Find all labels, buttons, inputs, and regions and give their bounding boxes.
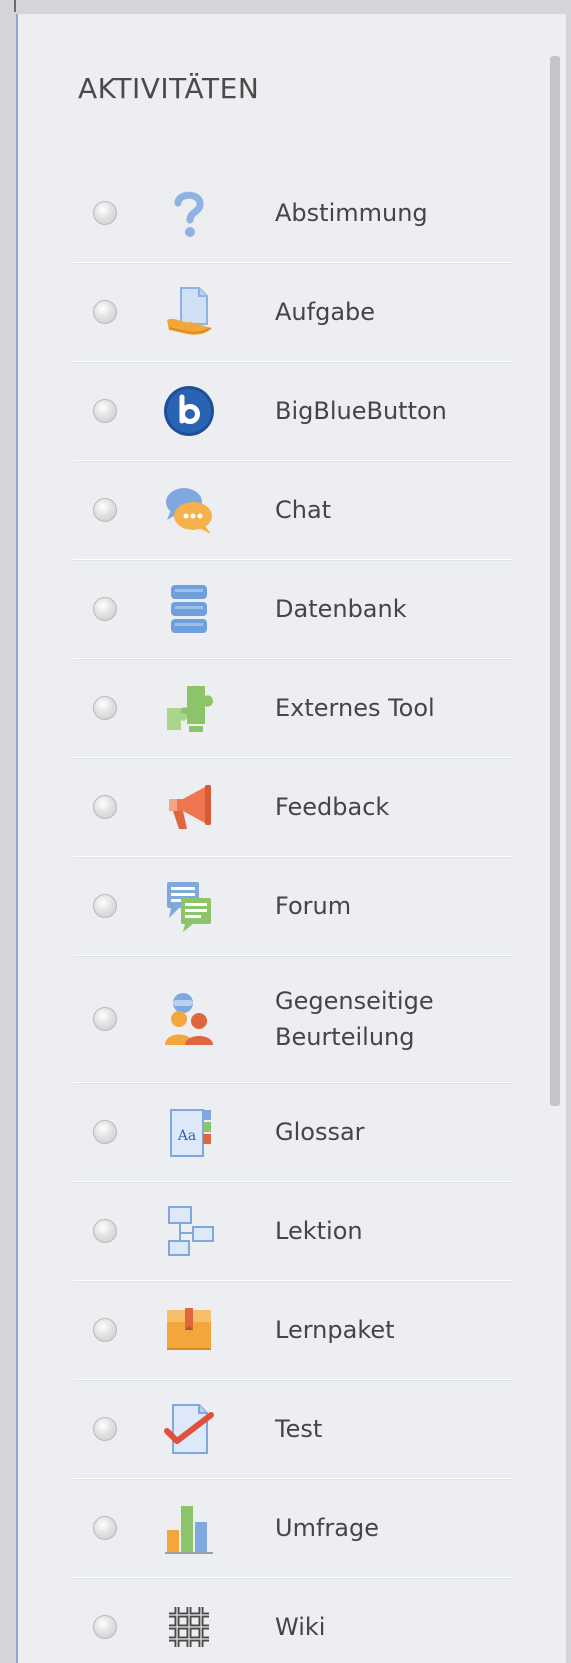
activity-list: Abstimmung Aufgabe BigBlueButton Chat Da… [73, 164, 513, 1663]
activity-item-forum[interactable]: Forum [73, 857, 513, 956]
activity-item-abstimmung[interactable]: Abstimmung [73, 164, 513, 263]
radio-button[interactable] [93, 300, 117, 324]
radio-button[interactable] [93, 1007, 117, 1031]
wiki-knot-icon [169, 1607, 209, 1647]
activity-label: Externes Tool [275, 694, 435, 722]
puzzle-piece-icon [167, 686, 213, 732]
activity-label: Chat [275, 496, 332, 524]
radio-button[interactable] [93, 1516, 117, 1540]
forum-bubbles-icon [167, 882, 211, 932]
activity-item-aufgabe[interactable]: Aufgabe [73, 263, 513, 362]
radio-button[interactable] [93, 1318, 117, 1342]
scrollbar-thumb[interactable] [550, 56, 560, 1106]
radio-button[interactable] [93, 399, 117, 423]
activity-label: BigBlueButton [275, 397, 447, 425]
section-title: AKTIVITÄTEN [78, 72, 260, 105]
activity-item-umfrage[interactable]: Umfrage [73, 1479, 513, 1578]
database-stack-icon [171, 585, 207, 633]
megaphone-icon [169, 785, 211, 829]
chat-bubbles-icon [166, 488, 212, 534]
activity-item-feedback[interactable]: Feedback [73, 758, 513, 857]
activity-item-glossar[interactable]: Aa Glossar [73, 1083, 513, 1182]
radio-button[interactable] [93, 1120, 117, 1144]
activity-item-lernpaket[interactable]: Lernpaket [73, 1281, 513, 1380]
radio-button[interactable] [93, 894, 117, 918]
bigbluebutton-logo-icon [164, 386, 214, 436]
activity-label: Aufgabe [275, 298, 376, 326]
activity-label: Gegenseitige Beurteilung [275, 987, 434, 1051]
activity-label: Test [275, 1415, 323, 1443]
activity-item-chat[interactable]: Chat [73, 461, 513, 560]
activity-label: Forum [275, 892, 352, 920]
peer-assessment-people-icon [165, 993, 213, 1045]
activity-label: Umfrage [275, 1514, 379, 1542]
activity-item-lektion[interactable]: Lektion [73, 1182, 513, 1281]
activity-item-bigbluebutton[interactable]: BigBlueButton [73, 362, 513, 461]
glossary-book-icon: Aa [170, 1109, 211, 1157]
bar-chart-icon [165, 1506, 213, 1554]
radio-button[interactable] [93, 1417, 117, 1441]
activity-item-datenbank[interactable]: Datenbank [73, 560, 513, 659]
radio-button[interactable] [93, 795, 117, 819]
quiz-checkmark-icon [164, 1404, 214, 1454]
radio-button[interactable] [93, 201, 117, 225]
radio-button[interactable] [93, 1219, 117, 1243]
activity-chooser-panel: AKTIVITÄTEN Abstimmung Aufgabe BigBlueBu… [16, 14, 566, 1663]
activity-label: Abstimmung [275, 199, 428, 227]
activity-item-externes-tool[interactable]: Externes Tool [73, 659, 513, 758]
activity-item-wiki[interactable]: Wiki [73, 1578, 513, 1663]
radio-button[interactable] [93, 498, 117, 522]
radio-button[interactable] [93, 696, 117, 720]
window-edge-tick [14, 0, 16, 12]
lesson-flowchart-icon [168, 1206, 214, 1256]
question-mark-icon [174, 191, 204, 237]
activity-label: Datenbank [275, 595, 407, 623]
activity-label: Lernpaket [275, 1316, 395, 1344]
assignment-document-icon [167, 287, 212, 335]
activity-label: Wiki [275, 1613, 326, 1641]
package-box-icon [167, 1308, 211, 1350]
scrollbar[interactable] [550, 56, 560, 1106]
radio-button[interactable] [93, 1615, 117, 1639]
svg-text:Aa: Aa [177, 1128, 196, 1144]
activity-label: Glossar [275, 1118, 365, 1146]
activity-label: Lektion [275, 1217, 363, 1245]
activity-item-test[interactable]: Test [73, 1380, 513, 1479]
activity-item-gegenseitige-beurteilung[interactable]: Gegenseitige Beurteilung [73, 956, 513, 1083]
radio-button[interactable] [93, 597, 117, 621]
activity-label: Feedback [275, 793, 390, 821]
